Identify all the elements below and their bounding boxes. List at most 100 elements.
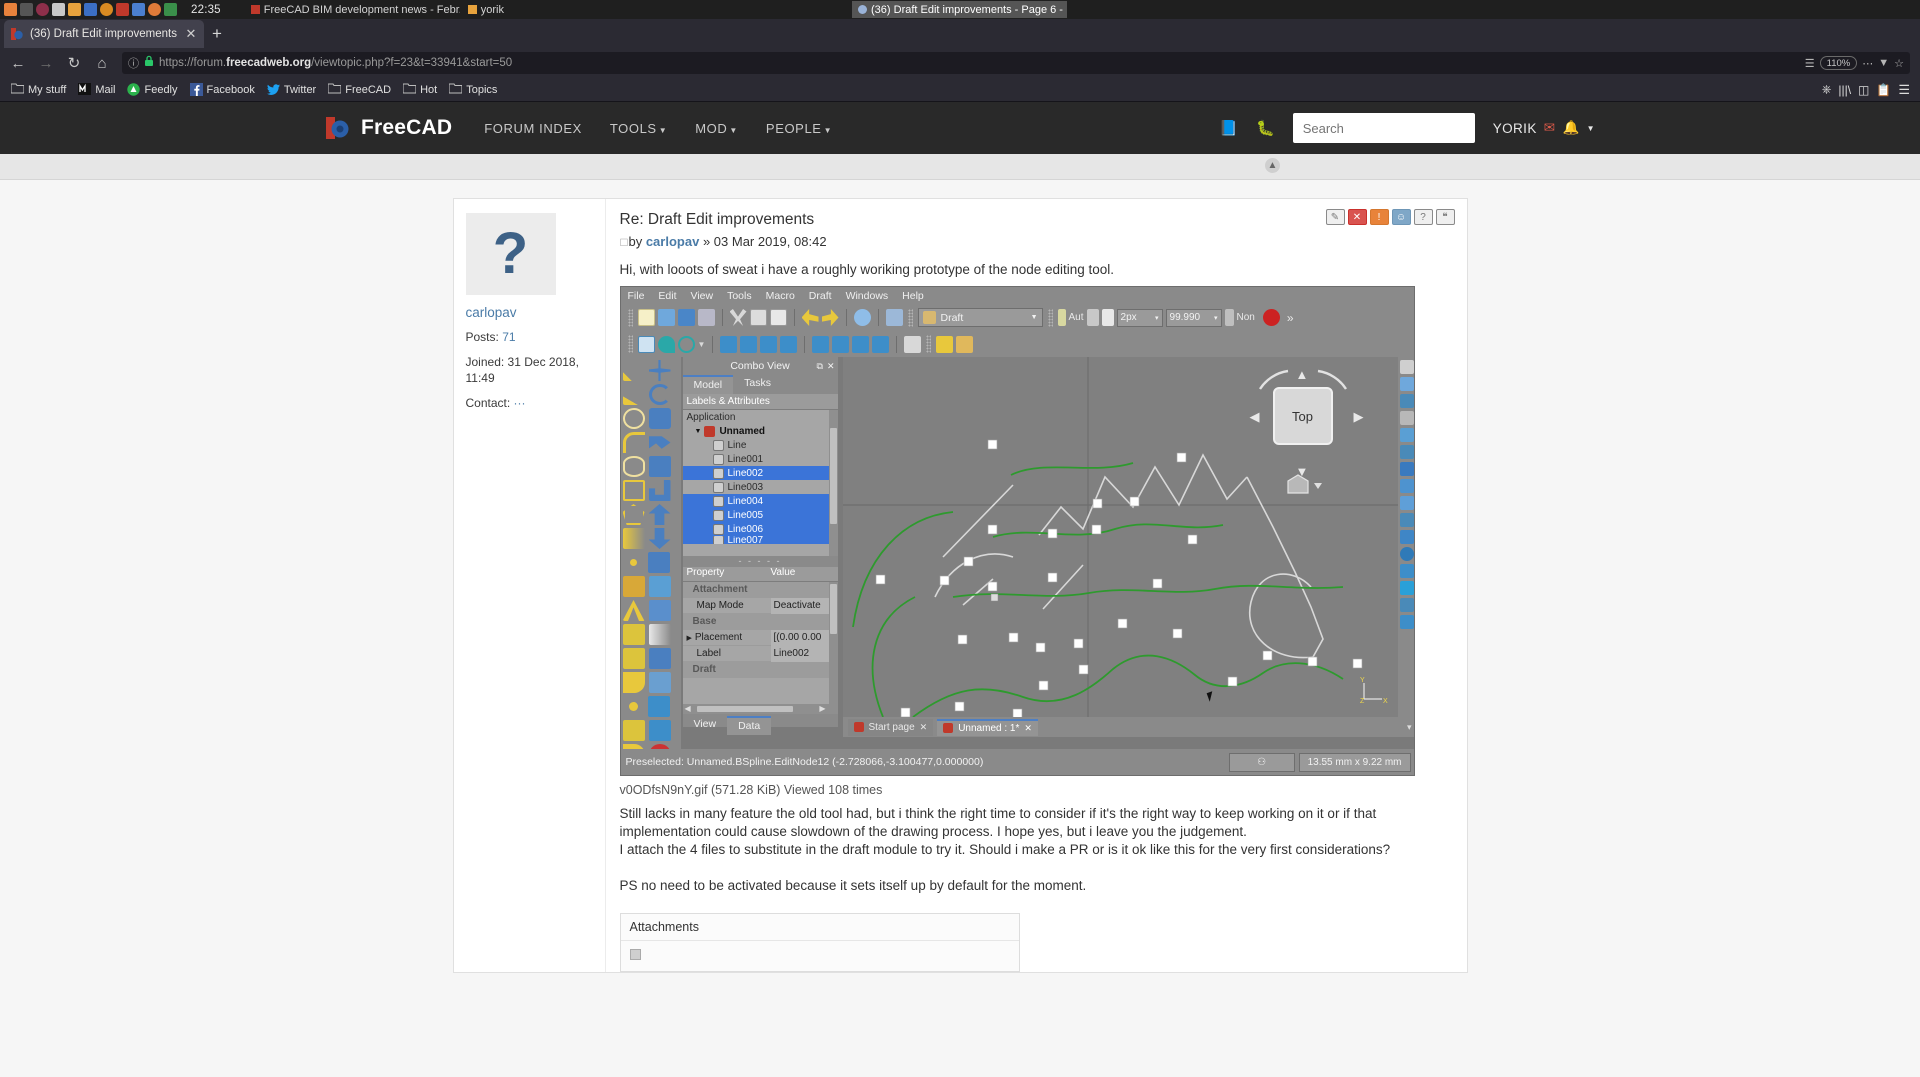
draft-shape-string-icon[interactable] — [623, 720, 645, 741]
panel-splitter[interactable]: - - - - - — [683, 556, 838, 567]
draft-polygon-icon[interactable] — [623, 504, 645, 525]
draft-polyline-icon[interactable] — [623, 384, 645, 405]
edit-post-button[interactable]: ✎ — [1326, 209, 1345, 225]
nav-forum-index[interactable]: FORUM INDEX — [484, 121, 582, 136]
nav-mod[interactable]: MOD▼ — [695, 121, 738, 136]
browser-tab[interactable]: (36) Draft Edit improvements ✕ — [4, 20, 204, 48]
workbench-selector[interactable]: Draft ▼ — [918, 308, 1043, 327]
axonometric-view-icon[interactable] — [720, 336, 737, 353]
draft-rotate-icon[interactable] — [649, 384, 671, 405]
property-row-mapmode[interactable]: Map Mode Deactivate — [683, 598, 838, 614]
left-view-icon[interactable] — [852, 336, 869, 353]
navcube-top-face[interactable]: Top — [1273, 387, 1333, 445]
open-document-icon[interactable] — [658, 309, 675, 326]
bottom-view-icon[interactable] — [832, 336, 849, 353]
tree-item-application[interactable]: Application — [683, 410, 838, 424]
tree-item-line[interactable]: Line — [683, 438, 838, 452]
app-icon-10[interactable] — [148, 3, 161, 16]
tree-item-line006[interactable]: Line006 — [683, 522, 838, 536]
app-icon-1[interactable] — [4, 3, 17, 16]
draft-offset-icon[interactable] — [649, 408, 671, 429]
app-icon-5[interactable] — [68, 3, 81, 16]
draft-scale-icon[interactable] — [649, 480, 671, 501]
copy-icon[interactable] — [750, 309, 767, 326]
model-tree[interactable]: Application ▼ Unnamed Line — [683, 410, 838, 556]
grid-toggle-icon[interactable] — [1400, 360, 1414, 374]
bookmark-twitter[interactable]: Twitter — [262, 82, 321, 97]
draft-facebinder-icon[interactable] — [623, 576, 645, 597]
scroll-to-top-icon[interactable]: ▲ — [1265, 158, 1280, 173]
snap-intersection-icon[interactable] — [1400, 462, 1414, 476]
reader-mode-icon[interactable]: ☰ — [1805, 57, 1815, 70]
color-swatch-2[interactable] — [1102, 309, 1114, 326]
property-value[interactable]: Deactivate — [771, 598, 838, 614]
property-group-attachment[interactable]: Attachment — [683, 582, 838, 598]
float-panel-icon[interactable]: ⧉ — [817, 361, 823, 372]
draft-downgrade-icon[interactable] — [649, 528, 671, 549]
bookmark-my-stuff[interactable]: My stuff — [6, 82, 71, 97]
quote-button[interactable]: ❝ — [1436, 209, 1455, 225]
menu-windows[interactable]: Windows — [846, 290, 897, 302]
tab-view[interactable]: View — [683, 716, 728, 735]
bookmark-mail[interactable]: Mail — [73, 82, 120, 97]
author-name[interactable]: carlopav — [466, 305, 593, 320]
tree-item-line002[interactable]: Line002 — [683, 466, 838, 480]
help-button[interactable]: ? — [1414, 209, 1433, 225]
property-group-base[interactable]: Base — [683, 614, 838, 630]
app-icon-3[interactable] — [36, 3, 49, 16]
property-editor[interactable]: Attachment Map Mode Deactivate Base — [683, 582, 838, 704]
app-icon-8[interactable] — [116, 3, 129, 16]
info-icon[interactable]: ⓘ — [128, 55, 139, 71]
snap-grid-icon[interactable] — [1400, 581, 1414, 595]
folder-icon[interactable] — [956, 336, 973, 353]
reload-button[interactable]: ↻ — [62, 51, 86, 75]
toolbar-overflow-icon[interactable]: » — [1287, 311, 1294, 325]
draft-working-plane-icon[interactable] — [649, 720, 671, 741]
snap-lock-icon[interactable] — [1400, 377, 1414, 391]
user-info-button[interactable]: ☺ — [1392, 209, 1411, 225]
unit-toggle-button[interactable]: ⚇ — [1229, 753, 1295, 772]
zoom-icon[interactable] — [658, 336, 675, 353]
toolbar-grip[interactable] — [926, 335, 931, 353]
print-icon[interactable] — [698, 309, 715, 326]
navcube-home-icon[interactable] — [1284, 471, 1330, 499]
cut-icon[interactable] — [730, 309, 747, 326]
contact-link[interactable]: ··· — [514, 396, 526, 410]
snap-ortho-icon[interactable] — [1400, 564, 1414, 578]
home-button[interactable]: ⌂ — [90, 51, 114, 75]
snap-dimensions-icon[interactable] — [1400, 598, 1414, 612]
top-view-icon[interactable] — [760, 336, 777, 353]
tab-model[interactable]: Model — [683, 375, 734, 394]
bookmark-freecad[interactable]: FreeCAD — [323, 82, 396, 97]
undo-icon[interactable] — [802, 309, 819, 326]
tree-item-line005[interactable]: Line005 — [683, 508, 838, 522]
taskbar-window-item[interactable]: yorik — [462, 1, 510, 18]
bookmark-feedly[interactable]: Feedly — [122, 82, 182, 97]
grid-value-field[interactable]: 99.990▾ — [1166, 309, 1222, 327]
draft-wire2spline-icon[interactable] — [649, 624, 671, 645]
clipboard-icon[interactable]: 📋 — [1876, 83, 1891, 97]
brand-title[interactable]: FreeCAD — [361, 116, 452, 140]
chevron-down-icon[interactable]: ▼ — [698, 340, 706, 349]
font-icon[interactable] — [1225, 309, 1234, 326]
snap-parallel-icon[interactable] — [1400, 513, 1414, 527]
color-swatch-1[interactable] — [1087, 309, 1099, 326]
book-icon[interactable]: 📘 — [1219, 119, 1238, 137]
fit-all-icon[interactable] — [638, 336, 655, 353]
draft-snap-icon[interactable] — [648, 696, 670, 717]
property-value[interactable]: Line002 — [771, 646, 838, 662]
autogroup-icon[interactable] — [1058, 309, 1066, 326]
tab-tasks[interactable]: Tasks — [733, 375, 782, 394]
app-icon-6[interactable] — [84, 3, 97, 16]
tree-item-unnamed[interactable]: ▼ Unnamed — [683, 424, 838, 438]
scroll-left-icon[interactable]: ◀ — [685, 704, 691, 713]
snap-extension-icon[interactable] — [1400, 496, 1414, 510]
downloads-icon[interactable]: ⎈ — [1822, 82, 1832, 97]
draw-style-icon[interactable] — [678, 336, 695, 353]
snap-special-icon[interactable] — [1400, 530, 1414, 544]
posts-count-link[interactable]: 71 — [502, 330, 515, 344]
toolbar-grip[interactable] — [628, 309, 633, 327]
pocket-icon[interactable]: ▼ — [1878, 57, 1889, 69]
new-document-icon[interactable] — [638, 309, 655, 326]
menu-edit[interactable]: Edit — [658, 290, 684, 302]
